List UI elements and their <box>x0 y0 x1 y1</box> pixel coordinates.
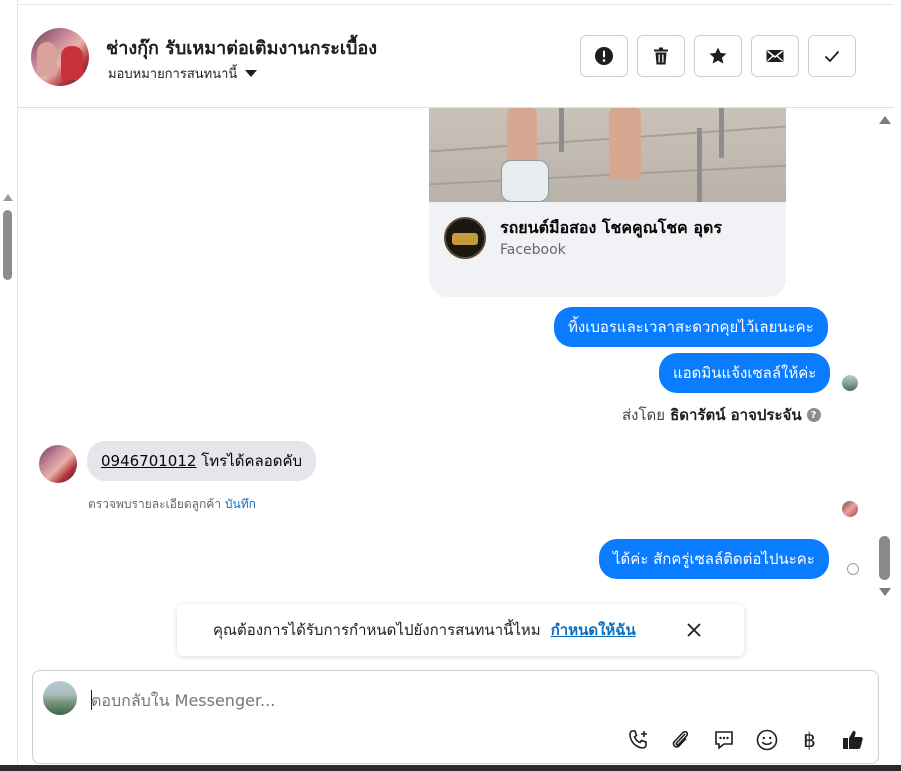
shoe <box>501 160 549 202</box>
star-button[interactable] <box>694 35 742 77</box>
assign-question: คุณต้องการได้รับการกำหนดไปยังการสนทนานี้… <box>213 621 541 639</box>
contact-name[interactable]: ช่างกุ๊ก รับเหมาต่อเติมงานกระเบื้อง <box>106 33 377 62</box>
like-button[interactable] <box>840 727 865 752</box>
attachment-icon <box>672 730 688 748</box>
message-outgoing[interactable]: ทิ้งเบอรและเวลาสะดวกคุยไว้เลยนะคะ <box>554 307 828 347</box>
star-icon <box>709 47 727 64</box>
call-add-icon <box>628 729 647 749</box>
scroll-up-icon[interactable] <box>879 116 891 124</box>
chevron-down-icon <box>245 70 258 77</box>
message-incoming[interactable]: 0946701012 โทรได้คลอดคับ <box>87 441 317 481</box>
payment-button[interactable]: ฿ <box>797 727 822 752</box>
avatar-person-right <box>61 46 83 80</box>
saved-reply-button[interactable] <box>711 727 736 752</box>
contact-avatar-small[interactable] <box>39 445 77 483</box>
envelope-icon <box>766 50 784 62</box>
shared-source: Facebook <box>500 242 566 258</box>
inbox-conversation-panel: ช่างกุ๊ก รับเหมาต่อเติมงานกระเบื้อง มอบห… <box>0 0 901 771</box>
assign-to-me-prompt: คุณต้องการได้รับการกำหนดไปยังการสนทนานี้… <box>177 604 744 656</box>
shared-link-card[interactable]: รถยนต์มือสอง โชคคูณโชค อุดร Facebook <box>429 108 786 297</box>
leg <box>609 108 641 180</box>
assign-conversation-dropdown[interactable]: มอบหมายการสนทนานี้ <box>108 63 258 84</box>
scrollbar-thumb[interactable] <box>879 536 890 580</box>
trash-icon <box>654 47 668 65</box>
assign-to-me-link[interactable]: กำหนดให้ฉัน <box>551 618 636 642</box>
delete-button[interactable] <box>637 35 685 77</box>
mark-unread-button[interactable] <box>751 35 799 77</box>
conversation-header: ช่างกุ๊ก รับเหมาต่อเติมงานกระเบื้อง มอบห… <box>18 4 894 108</box>
page-avatar <box>43 681 77 715</box>
outer-scrollbar[interactable] <box>0 0 18 771</box>
taskbar-edge <box>0 765 901 771</box>
customer-detail-note: ตรวจพบรายละเอียดลูกค้า บันทึก <box>88 495 256 514</box>
baht-icon: ฿ <box>803 727 816 752</box>
text-cursor <box>91 690 92 710</box>
mark-spam-button[interactable] <box>580 35 628 77</box>
emoji-icon <box>756 729 777 750</box>
scroll-up-icon[interactable] <box>3 194 13 201</box>
message-outgoing[interactable]: ได้ค่ะ สักครู่เซลล์ติดต่อไปนะคะ <box>599 539 829 579</box>
chair-leg <box>559 108 564 152</box>
page-logo <box>444 217 486 259</box>
emoji-button[interactable] <box>754 727 779 752</box>
like-icon <box>842 730 863 749</box>
messages-scrollbar[interactable] <box>876 110 894 604</box>
sent-by-label: ส่งโดย ธิดารัตน์ อาจประจัน ? <box>622 403 821 427</box>
scroll-down-icon[interactable] <box>879 588 891 596</box>
seen-avatar <box>842 501 858 517</box>
message-text: โทรได้คลอดคับ <box>196 452 303 470</box>
floor-line <box>429 125 786 153</box>
chair-leg <box>719 108 724 158</box>
composer-tools: ฿ <box>625 727 865 752</box>
sending-status-icon <box>847 563 859 575</box>
seen-avatar <box>842 375 858 391</box>
phone-number-link[interactable]: 0946701012 <box>101 452 196 470</box>
saved-reply-icon <box>714 730 733 750</box>
help-icon[interactable]: ? <box>806 408 821 422</box>
sent-by-prefix: ส่งโดย <box>622 406 666 424</box>
mark-done-button[interactable] <box>808 35 856 77</box>
shared-card-photo <box>429 108 786 202</box>
note-text: ตรวจพบรายละเอียดลูกค้า <box>88 497 225 511</box>
alert-icon <box>595 47 613 65</box>
attach-button[interactable] <box>668 727 693 752</box>
call-add-button[interactable] <box>625 727 650 752</box>
message-outgoing[interactable]: แอดมินแจ้งเซลล์ให้ค่ะ <box>659 353 831 393</box>
contact-avatar[interactable] <box>31 28 89 86</box>
chair-leg <box>697 128 702 202</box>
check-icon <box>824 50 840 63</box>
reply-composer: ฿ <box>32 670 879 764</box>
scrollbar-thumb[interactable] <box>3 210 12 280</box>
header-actions <box>580 35 856 77</box>
floor-line <box>429 164 786 186</box>
close-icon[interactable] <box>684 620 704 640</box>
reply-input[interactable] <box>91 689 831 711</box>
sent-by-name: ธิดารัตน์ อาจประจัน <box>670 406 802 424</box>
assign-label: มอบหมายการสนทนานี้ <box>108 67 238 82</box>
avatar-person-left <box>37 42 57 76</box>
logo-mark <box>452 233 478 245</box>
save-link[interactable]: บันทึก <box>225 497 256 511</box>
shared-page-name: รถยนต์มือสอง โชคคูณโชค อุดร <box>500 218 722 237</box>
